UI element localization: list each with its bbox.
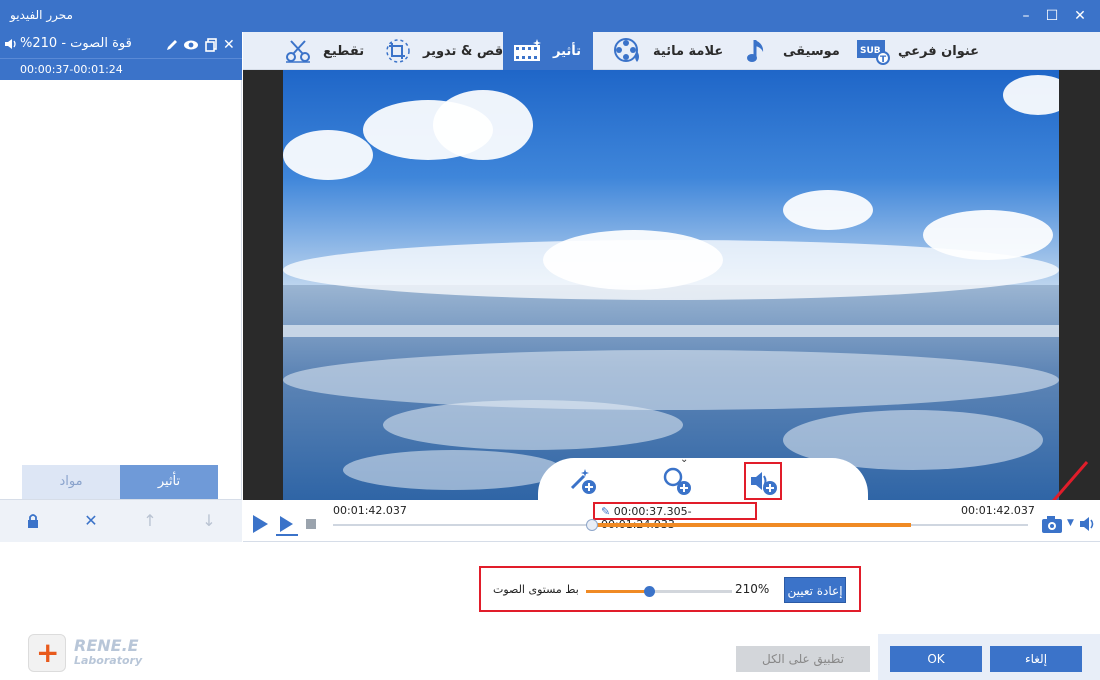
current-time: 00:01:42.037 — [333, 504, 407, 517]
total-time: 00:01:42.037 — [961, 504, 1035, 517]
effects-list-panel: %قوة الصوت - 210 ✕ 00:00:37-00:01:24 موا… — [0, 32, 242, 542]
edit-pencil-small-icon[interactable]: ✎ — [601, 505, 610, 518]
tab-music-label: موسيقى — [783, 43, 840, 59]
footer: + RENE.E Laboratory تطبيق على الكل OK إل… — [0, 634, 1100, 680]
move-down-icon[interactable]: ↓ — [200, 512, 218, 530]
minimize-icon[interactable]: – — [1016, 6, 1036, 26]
tab-trim[interactable]: تقطيع — [273, 32, 372, 70]
window-title: محرر الفيديو — [10, 8, 73, 22]
remove-effect-icon[interactable]: ✕ — [223, 37, 239, 53]
watermark-icon — [611, 37, 645, 65]
volume-icon — [5, 39, 16, 49]
volume-control-box: بط مستوى الصوت 210% إعادة تعيين — [479, 566, 861, 612]
timeline-playhead[interactable] — [586, 519, 598, 531]
video-player: ⌄ — [243, 70, 1100, 532]
tab-materials[interactable]: مواد — [22, 465, 120, 499]
visibility-eye-icon[interactable] — [183, 37, 199, 53]
effect-settings-area: بط مستوى الصوت 210% إعادة تعيين — [0, 542, 1100, 634]
effect-clip-time: 00:00:37-00:01:24 — [0, 58, 242, 80]
tab-watermark-label: علامة مائية — [653, 43, 724, 59]
maximize-icon[interactable]: ☐ — [1042, 6, 1062, 26]
ok-button[interactable]: OK — [890, 646, 982, 672]
rene-logo: + RENE.E Laboratory — [28, 634, 178, 678]
tab-watermark[interactable]: علامة مائية — [603, 32, 731, 70]
selected-range: ✎ 00:00:37.305-00:01:24.933 — [593, 502, 757, 531]
move-up-icon[interactable]: ↑ — [141, 512, 159, 530]
logo-brand: RENE.E — [74, 636, 139, 655]
speaker-icon[interactable] — [1079, 516, 1097, 532]
add-filter-icon[interactable] — [568, 466, 598, 496]
cancel-button[interactable]: إلغاء — [990, 646, 1082, 672]
play-icon[interactable] — [251, 514, 269, 534]
tab-trim-label: تقطيع — [323, 43, 365, 59]
tab-effect-list[interactable]: تأثير — [120, 465, 218, 499]
tab-music[interactable]: موسيقى — [733, 32, 848, 70]
svg-text:T: T — [880, 55, 887, 65]
tab-subtitle[interactable]: SUB T عنوان فرعي — [848, 32, 987, 70]
title-bar: محرر الفيديو – ☐ ✕ — [0, 0, 1100, 32]
timeline-selection — [593, 523, 911, 527]
effect-type-tray: ⌄ — [538, 454, 868, 500]
lock-icon[interactable] — [24, 512, 42, 530]
volume-slider-knob[interactable] — [644, 586, 656, 597]
logo-subtitle: Laboratory — [74, 654, 143, 667]
selected-range-text: 00:00:37.305-00:01:24.933 — [601, 505, 692, 531]
video-preview: ⌄ — [283, 70, 1059, 500]
film-effect-icon — [511, 37, 545, 65]
volume-percent: 210% — [735, 582, 770, 596]
play-selection-icon[interactable] — [275, 514, 299, 536]
left-tabs: مواد تأثير — [22, 465, 218, 499]
scissors-icon — [281, 37, 315, 65]
timeline-track[interactable] — [333, 519, 1028, 531]
stop-icon[interactable] — [305, 518, 317, 530]
tab-effect[interactable]: تأثير — [503, 32, 593, 70]
music-note-icon — [741, 37, 775, 65]
tab-effect-label: تأثير — [553, 43, 582, 59]
snapshot-camera-icon[interactable] — [1041, 514, 1065, 534]
add-volume-effect-icon[interactable] — [744, 462, 782, 500]
crop-rotate-icon — [381, 37, 415, 65]
reset-button[interactable]: إعادة تعيين — [784, 577, 846, 603]
tab-subtitle-label: عنوان فرعي — [898, 43, 980, 59]
close-icon[interactable]: ✕ — [1070, 6, 1090, 26]
subtitle-icon: SUB T — [856, 37, 890, 65]
add-zoom-icon[interactable] — [662, 466, 692, 496]
delete-icon[interactable]: ✕ — [82, 512, 100, 530]
editor-tabs: تقطيع قص & تدوير تأثير علامة مائية موسيق… — [243, 32, 1100, 70]
timeline-bar: 00:01:42.037 ✎ 00:00:37.305-00:01:24.933… — [243, 500, 1100, 542]
apply-to-all-button[interactable]: تطبيق على الكل — [736, 646, 870, 672]
edit-pencil-icon[interactable] — [164, 37, 180, 53]
volume-slider-fill — [586, 590, 651, 593]
effect-clip-item[interactable]: %قوة الصوت - 210 ✕ — [0, 32, 242, 58]
volume-label: بط مستوى الصوت — [493, 583, 579, 596]
chevron-down-icon[interactable]: ⌄ — [680, 454, 688, 465]
camera-dropdown-icon[interactable]: ▼ — [1067, 518, 1074, 528]
tab-crop-rotate-label: قص & تدوير — [423, 43, 504, 59]
tab-crop-rotate[interactable]: قص & تدوير — [373, 32, 511, 70]
list-actions: ✕ ↑ ↓ — [0, 499, 242, 542]
logo-plus-icon: + — [36, 636, 60, 669]
copy-icon[interactable] — [203, 37, 219, 53]
effect-clip-title: %قوة الصوت - 210 — [20, 36, 132, 51]
volume-slider[interactable] — [586, 586, 732, 597]
